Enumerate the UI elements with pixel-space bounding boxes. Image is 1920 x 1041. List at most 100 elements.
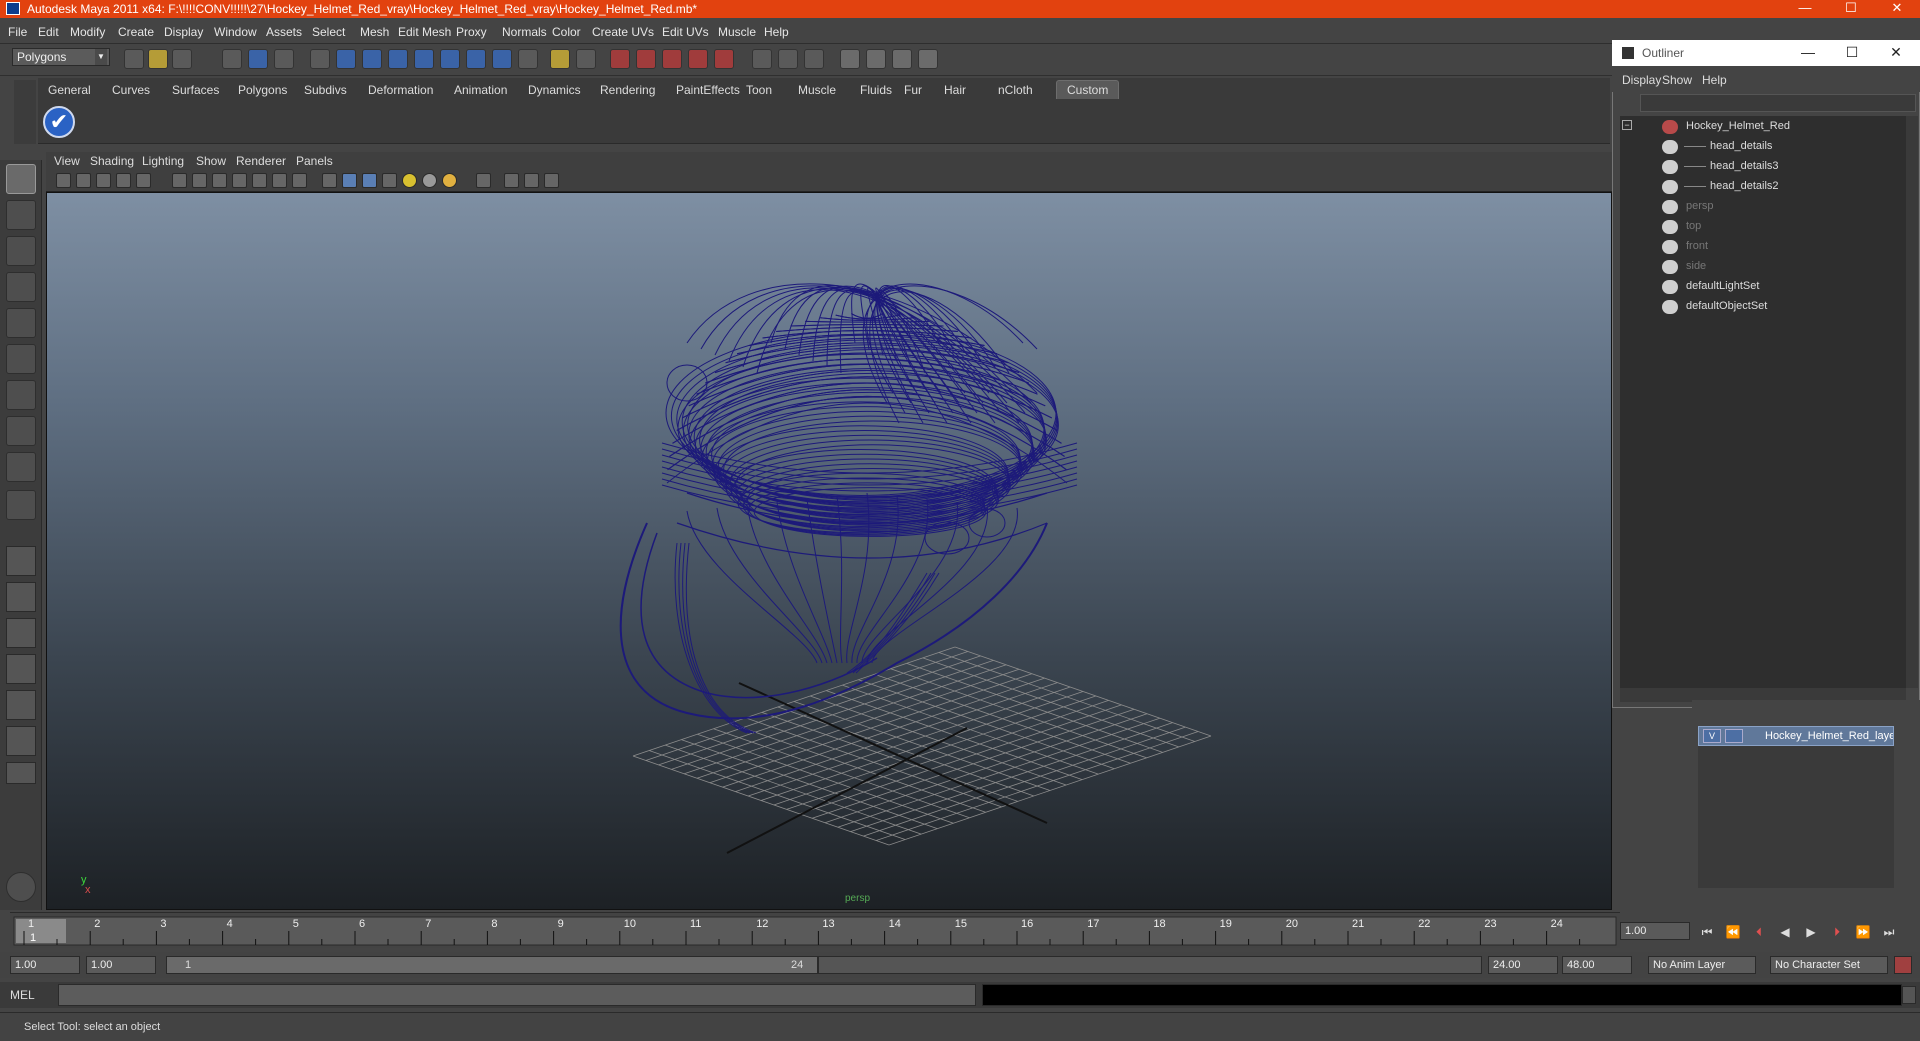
show-manipulator-icon[interactable] <box>6 452 36 482</box>
menu-normals[interactable]: Normals <box>502 25 547 39</box>
playback-end-field[interactable]: 24.00 <box>1488 956 1558 974</box>
layer-editor-icon[interactable] <box>892 49 912 69</box>
selection-highlight-icon[interactable] <box>576 49 596 69</box>
lasso-tool-icon[interactable] <box>6 200 36 230</box>
field-chart-icon[interactable] <box>252 173 267 188</box>
grease-pencil-icon[interactable] <box>136 173 151 188</box>
panel-menu-panels[interactable]: Panels <box>296 154 333 168</box>
outliner-maximize-button[interactable]: ☐ <box>1832 44 1872 61</box>
go-to-end-button[interactable]: ⏭ <box>1878 922 1900 942</box>
step-forward-frame-button[interactable]: ⏵ <box>1826 922 1848 942</box>
image-plane-icon[interactable] <box>96 173 111 188</box>
menu-create[interactable]: Create <box>118 25 154 39</box>
custom-layout-icon[interactable] <box>6 726 36 756</box>
menu-color[interactable]: Color <box>552 25 581 39</box>
animation-start-field[interactable]: 1.00 <box>10 956 80 974</box>
hypershade-icon[interactable] <box>714 49 734 69</box>
menu-modify[interactable]: Modify <box>70 25 105 39</box>
menu-edit-uvs[interactable]: Edit UVs <box>662 25 709 39</box>
select-component-icon[interactable] <box>274 49 294 69</box>
shadows-icon[interactable] <box>422 173 437 188</box>
select-object-icon[interactable] <box>248 49 268 69</box>
minimize-button[interactable]: — <box>1782 0 1828 18</box>
snap-grid-icon[interactable] <box>336 49 356 69</box>
outliner-item[interactable]: front <box>1662 240 1892 256</box>
perspective-viewport[interactable]: y x persp <box>46 192 1612 910</box>
open-scene-icon[interactable] <box>148 49 168 69</box>
shelf-tab-fur[interactable]: Fur <box>904 83 922 97</box>
menu-edit[interactable]: Edit <box>38 25 59 39</box>
filter-icon[interactable] <box>310 49 330 69</box>
snap-live-icon[interactable] <box>440 49 460 69</box>
lock-icon[interactable] <box>550 49 570 69</box>
xray-joints-icon[interactable] <box>524 173 539 188</box>
safe-action-icon[interactable] <box>272 173 287 188</box>
step-forward-key-button[interactable]: ⏩ <box>1852 922 1874 942</box>
more-layouts-icon[interactable] <box>6 762 36 784</box>
construction-history-icon[interactable] <box>492 49 512 69</box>
panel-menu-show[interactable]: Show <box>196 154 226 168</box>
anim-layer-dropdown[interactable]: No Anim Layer <box>1648 956 1756 974</box>
render-settings-icon[interactable] <box>688 49 708 69</box>
outliner-layout-icon[interactable] <box>6 618 36 648</box>
panel-menu-shading[interactable]: Shading <box>90 154 134 168</box>
command-input[interactable] <box>58 984 976 1006</box>
scale-tool-icon[interactable] <box>6 344 36 374</box>
outliner-item[interactable]: persp <box>1662 200 1892 216</box>
menu-mesh[interactable]: Mesh <box>360 25 389 39</box>
outliner-item[interactable]: head_details3 <box>1662 160 1892 176</box>
isolate-select-icon[interactable] <box>476 173 491 188</box>
script-editor-button[interactable] <box>1902 986 1916 1004</box>
menu-file[interactable]: File <box>8 25 27 39</box>
resolution-gate-icon[interactable] <box>212 173 227 188</box>
wireframe-on-shaded-icon[interactable] <box>362 173 377 188</box>
step-back-key-button[interactable]: ⏪ <box>1722 922 1744 942</box>
history-icon[interactable] <box>466 49 486 69</box>
animation-end-field[interactable]: 48.00 <box>1562 956 1632 974</box>
collapse-icon[interactable]: − <box>1622 120 1632 130</box>
hand-icon[interactable] <box>6 872 36 902</box>
shelf-tab-hair[interactable]: Hair <box>944 83 966 97</box>
panel-menu-renderer[interactable]: Renderer <box>236 154 286 168</box>
select-tool-icon[interactable] <box>6 164 36 194</box>
panel-menu-view[interactable]: View <box>54 154 80 168</box>
shelf-tab-ncloth[interactable]: nCloth <box>998 83 1033 97</box>
close-button[interactable]: ✕ <box>1874 0 1920 18</box>
shelf-tab-deformation[interactable]: Deformation <box>368 83 433 97</box>
snap-curve-icon[interactable] <box>362 49 382 69</box>
manipulator-tool-icon[interactable] <box>6 380 36 410</box>
outliner-vertical-scrollbar[interactable] <box>1906 116 1918 688</box>
character-set-dropdown[interactable]: No Character Set <box>1770 956 1888 974</box>
two-d-pan-icon[interactable] <box>116 173 131 188</box>
render-icon[interactable] <box>636 49 656 69</box>
outliner-minimize-button[interactable]: — <box>1788 44 1828 60</box>
shelf-tab-surfaces[interactable]: Surfaces <box>172 83 219 97</box>
shelf-options-handle[interactable] <box>14 80 36 144</box>
step-back-frame-button[interactable]: ⏴ <box>1748 922 1770 942</box>
menu-display[interactable]: Display <box>164 25 203 39</box>
shelf-tab-subdivs[interactable]: Subdivs <box>304 83 347 97</box>
mode-selector[interactable]: Polygons ▼ <box>12 48 110 66</box>
outliner-item[interactable]: defaultLightSet <box>1662 280 1892 296</box>
command-language-label[interactable]: MEL <box>10 988 35 1002</box>
grid-toggle-icon[interactable] <box>172 173 187 188</box>
hypershade-layout-icon[interactable] <box>6 690 36 720</box>
menu-assets[interactable]: Assets <box>266 25 302 39</box>
menu-proxy[interactable]: Proxy <box>456 25 487 39</box>
outliner-item[interactable]: defaultObjectSet <box>1662 300 1892 316</box>
save-scene-icon[interactable] <box>172 49 192 69</box>
panel-menu-lighting[interactable]: Lighting <box>142 154 184 168</box>
play-backward-button[interactable]: ◀ <box>1774 922 1796 942</box>
outliner-item[interactable]: top <box>1662 220 1892 236</box>
outliner-toggle-icon[interactable] <box>866 49 886 69</box>
select-hierarchy-icon[interactable] <box>222 49 242 69</box>
attribute-editor-icon[interactable] <box>778 49 798 69</box>
outliner-item[interactable]: head_details <box>1662 140 1892 156</box>
film-gate-icon[interactable] <box>192 173 207 188</box>
panel-layout-icon[interactable] <box>840 49 860 69</box>
shelf-tab-animation[interactable]: Animation <box>454 83 507 97</box>
script-editor-icon[interactable] <box>918 49 938 69</box>
shelf-tab-dynamics[interactable]: Dynamics <box>528 83 581 97</box>
range-slider-track[interactable] <box>818 956 1482 974</box>
four-pane-layout-icon[interactable] <box>6 582 36 612</box>
